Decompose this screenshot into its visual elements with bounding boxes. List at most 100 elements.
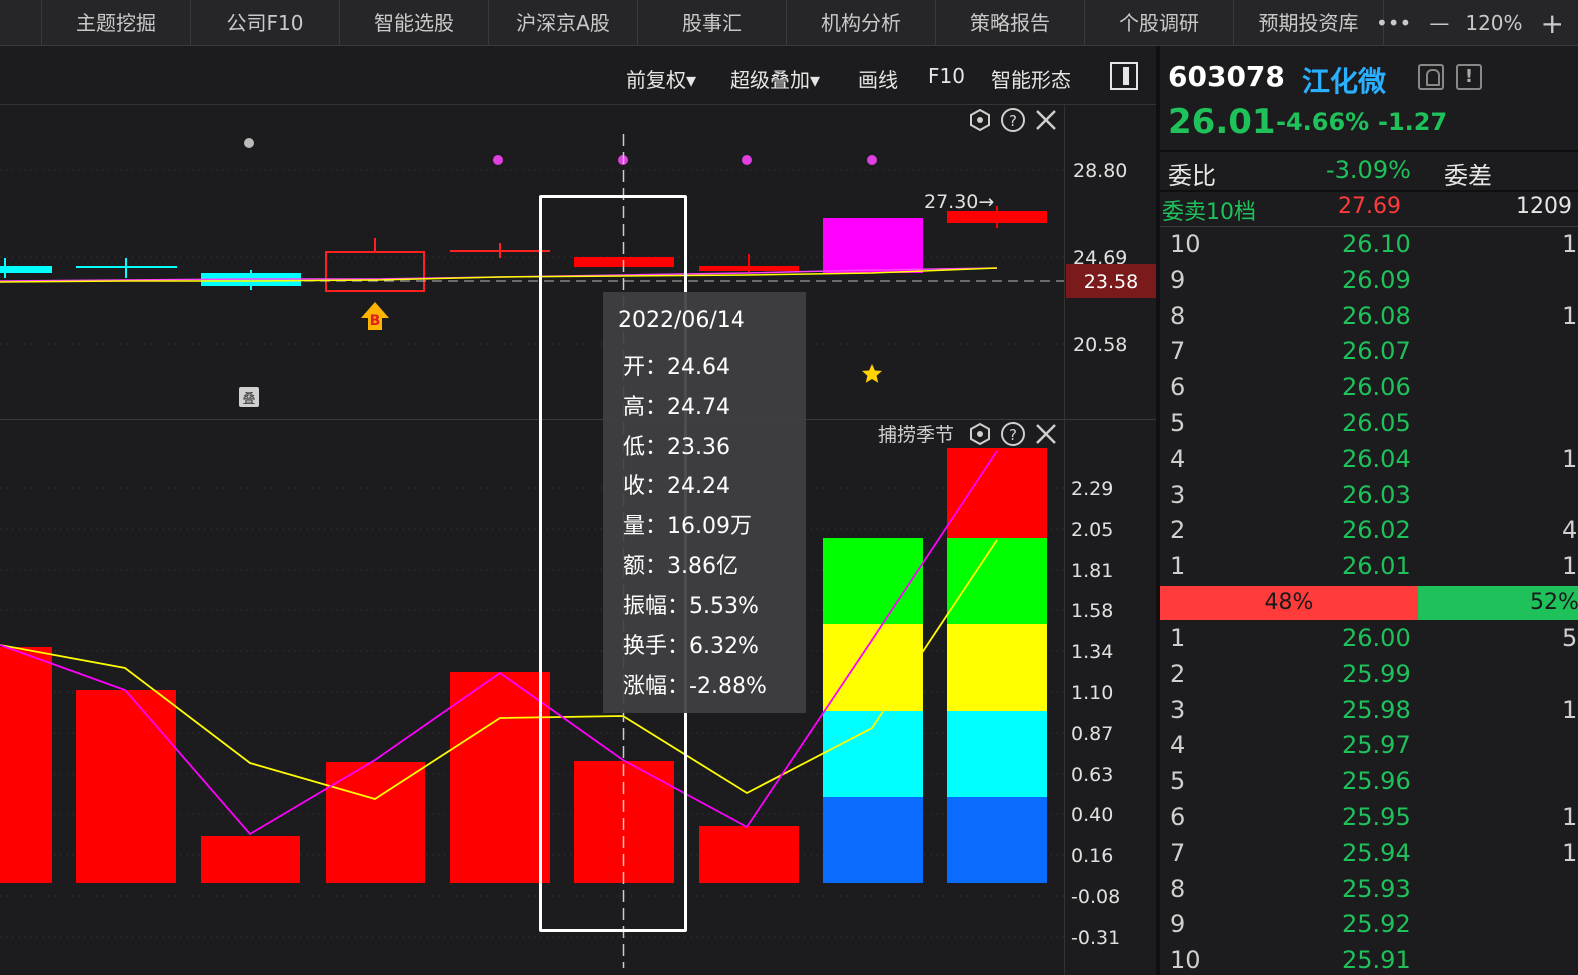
svg-text:叠: 叠	[242, 392, 255, 407]
alert-icon[interactable]: !	[1456, 64, 1482, 90]
overlay-dropdown[interactable]: 超级叠加▾	[730, 64, 820, 93]
svg-text:0.16: 0.16	[1071, 845, 1113, 867]
orderbook-volume: 1	[1562, 301, 1578, 330]
sell-order-row[interactable]: 9 26.09	[1160, 262, 1578, 298]
pattern-button[interactable]: 智能形态	[991, 64, 1071, 93]
current-price-tag: 23.58	[1084, 271, 1138, 293]
sell10-label[interactable]: 委卖10档	[1162, 194, 1256, 226]
orderbook-volume: 4	[1562, 516, 1578, 545]
candle	[823, 218, 923, 273]
nav-tab-strategy[interactable]: 策略报告	[936, 0, 1085, 46]
indicator-bar-stack	[947, 448, 1047, 538]
alarm-bell-icon[interactable]	[1418, 64, 1444, 90]
panel-toggle-icon[interactable]	[1110, 62, 1138, 90]
sell-order-row[interactable]: 3 26.03	[1160, 477, 1578, 513]
nav-tab-partial[interactable]	[0, 0, 42, 46]
buy-order-row[interactable]: 9 25.92	[1160, 906, 1578, 942]
sell-order-row[interactable]: 7 26.07	[1160, 333, 1578, 369]
indicator-bar-stack	[823, 538, 923, 624]
indicator-axis: 2.29 2.05 1.81 1.58 1.34 1.10 0.87 0.63 …	[1071, 478, 1120, 949]
buy-order-row[interactable]: 10 25.91	[1160, 942, 1578, 975]
event-dot	[493, 155, 503, 165]
buy-order-row[interactable]: 3 25.98 1	[1160, 692, 1578, 728]
sell-order-row[interactable]: 10 26.10 1	[1160, 226, 1578, 262]
stock-name[interactable]: 江化微	[1302, 60, 1386, 100]
buy-order-row[interactable]: 8 25.93	[1160, 871, 1578, 907]
sell-order-row[interactable]: 2 26.02 4	[1160, 512, 1578, 548]
settings-hexagon-icon	[970, 108, 990, 132]
sell-order-row[interactable]: 1 26.01 1	[1160, 548, 1578, 584]
orderbook-level: 9	[1170, 265, 1186, 294]
orderbook-level: 1	[1170, 552, 1186, 581]
orderbook-volume: 1	[1562, 838, 1578, 867]
nav-tab-theme[interactable]: 主题挖掘	[42, 0, 191, 46]
orderbook-price: 25.91	[1342, 946, 1411, 975]
draw-button[interactable]: 画线	[858, 64, 898, 93]
indicator-bar-stack	[947, 797, 1047, 883]
svg-text:2.05: 2.05	[1071, 519, 1113, 541]
adjust-dropdown[interactable]: 前复权▾	[626, 64, 696, 93]
orderbook-volume: 1	[1562, 695, 1578, 724]
f10-button[interactable]: F10	[928, 64, 965, 88]
event-dot	[244, 138, 254, 148]
nav-tab-f10[interactable]: 公司F10	[191, 0, 340, 46]
svg-text:?: ?	[1009, 426, 1017, 444]
price-axis: 28.80 24.69 20.58	[1073, 160, 1127, 356]
zoom-out-button[interactable]: —	[1429, 11, 1449, 35]
svg-text:1.10: 1.10	[1071, 682, 1113, 704]
tooltip-date: 2022/06/14	[618, 308, 745, 333]
nav-tab-smart-select[interactable]: 智能选股	[340, 0, 489, 46]
change-percent: -4.66%	[1276, 108, 1370, 136]
orderbook-level: 3	[1170, 480, 1186, 509]
orderbook-price: 26.04	[1342, 444, 1411, 473]
divider	[1160, 190, 1578, 192]
orderbook-volume: 5	[1562, 624, 1578, 652]
orderbook-level: 2	[1170, 659, 1186, 688]
price-tick: 20.58	[1073, 334, 1127, 356]
sell10-volume: 1209	[1516, 194, 1572, 219]
event-dot	[742, 155, 752, 165]
orderbook-price: 26.06	[1342, 373, 1411, 402]
buy-order-row[interactable]: 5 25.96	[1160, 763, 1578, 799]
indicator-panel-controls: ?	[970, 422, 1056, 446]
nav-tab-expect[interactable]: 预期投资库	[1234, 0, 1384, 46]
buy-order-row[interactable]: 7 25.94 1	[1160, 835, 1578, 871]
tooltip-row-turnover: 换手：6.32%	[623, 634, 759, 659]
sell-order-row[interactable]: 8 26.08 1	[1160, 298, 1578, 334]
buy-sell-ratio-bar: 48% 52%	[1160, 586, 1578, 620]
svg-text:1.34: 1.34	[1071, 641, 1113, 663]
orderbook-level: 2	[1170, 516, 1186, 545]
sell-order-row[interactable]: 6 26.06	[1160, 369, 1578, 405]
buy-order-row[interactable]: 6 25.95 1	[1160, 799, 1578, 835]
nav-tab-a-shares[interactable]: 沪深京A股	[489, 0, 638, 46]
orderbook-level: 6	[1170, 373, 1186, 402]
buy-order-row[interactable]: 4 25.97	[1160, 727, 1578, 763]
orderbook-price: 25.96	[1342, 767, 1411, 796]
svg-text:-0.31: -0.31	[1071, 927, 1120, 949]
more-icon[interactable]: •••	[1376, 11, 1411, 35]
svg-text:-0.08: -0.08	[1071, 886, 1120, 908]
price-panel-controls: ?	[970, 108, 1056, 132]
orderbook-level: 1	[1170, 624, 1186, 652]
orderbook-level: 6	[1170, 803, 1186, 831]
indicator-bar	[699, 826, 799, 883]
indicator-bar-stack	[947, 711, 1047, 797]
tooltip-row-open: 开：24.64	[623, 355, 730, 380]
buy-order-row[interactable]: 1 26.00 5	[1160, 620, 1578, 656]
nav-tab-research[interactable]: 个股调研	[1085, 0, 1234, 46]
indicator-bar	[0, 647, 52, 883]
sell-order-row[interactable]: 4 26.04 1	[1160, 441, 1578, 477]
sell10-price: 27.69	[1338, 194, 1401, 219]
nav-tab-institution[interactable]: 机构分析	[787, 0, 936, 46]
orderbook-volume: 1	[1562, 552, 1578, 581]
sell-order-row[interactable]: 5 26.05	[1160, 405, 1578, 441]
event-dot	[867, 155, 877, 165]
star-icon	[862, 364, 882, 383]
zoom-in-button[interactable]: +	[1541, 7, 1564, 40]
svg-text:B: B	[370, 313, 381, 329]
nav-tab-gushihui[interactable]: 股事汇	[638, 0, 787, 46]
buy-order-row[interactable]: 2 25.99	[1160, 656, 1578, 692]
orderbook-price: 25.98	[1342, 695, 1411, 724]
close-icon	[1036, 424, 1056, 444]
price-tick: 28.80	[1073, 160, 1127, 182]
